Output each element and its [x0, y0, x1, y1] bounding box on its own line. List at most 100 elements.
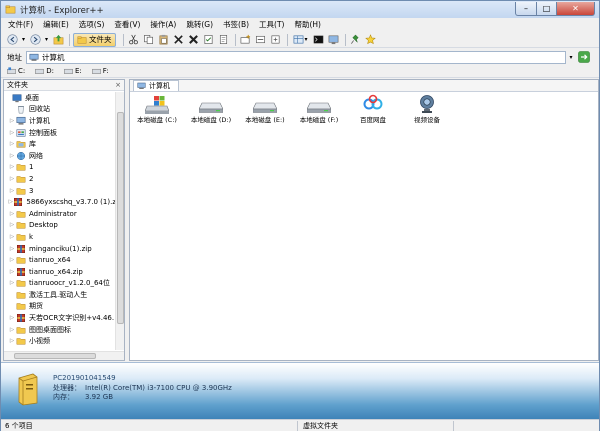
menu-help[interactable]: 帮助(H): [289, 18, 326, 32]
tree-scroll-thumb[interactable]: [117, 112, 124, 324]
close-pane-icon[interactable]: ×: [115, 81, 121, 89]
copy-button[interactable]: [142, 33, 156, 47]
menu-view[interactable]: 查看(V): [109, 18, 145, 32]
tree-item[interactable]: ▷ 网络: [4, 150, 116, 162]
drive-item[interactable]: 百度网盘: [347, 94, 399, 124]
tree-item[interactable]: ▷ 计算机: [4, 115, 116, 127]
drive-item[interactable]: 本地磁盘 (F:): [293, 94, 345, 124]
go-arrow-icon[interactable]: [578, 51, 590, 63]
tree-item[interactable]: ▷ 控制面板: [4, 127, 116, 139]
tree-item[interactable]: ▷ Administrator: [4, 208, 116, 220]
expand-arrow-icon[interactable]: ▷: [8, 246, 16, 252]
tree-item[interactable]: ▷ 2: [4, 173, 116, 185]
command-prompt-button[interactable]: [312, 33, 326, 47]
tree-item[interactable]: ▷ 3: [4, 185, 116, 197]
tree-item[interactable]: ▷ tianruoocr_v1.2.0_64位: [4, 278, 116, 290]
drive-item[interactable]: 视频设备: [401, 94, 453, 124]
expand-arrow-icon[interactable]: ▷: [8, 141, 16, 147]
drive-button-c[interactable]: C:: [7, 67, 25, 75]
tree-vertical-scrollbar[interactable]: [115, 92, 124, 350]
menu-bookmarks[interactable]: 书签(B): [218, 18, 254, 32]
expand-arrow-icon[interactable]: ▷: [8, 130, 16, 136]
paste-button[interactable]: [157, 33, 171, 47]
copy-to-button[interactable]: [217, 33, 231, 47]
tree-item[interactable]: ▷ 库: [4, 138, 116, 150]
expand-arrow-icon[interactable]: ▷: [8, 315, 16, 321]
close-button[interactable]: ✕: [557, 2, 595, 16]
tree-item[interactable]: ▷ 天若OCR文字识别+v4.46.: [4, 312, 116, 324]
expand-arrow-icon[interactable]: ▷: [8, 188, 16, 194]
tree-item[interactable]: ▷ minganciku(1).zip: [4, 243, 116, 255]
delete-button[interactable]: [172, 33, 186, 47]
drive-item[interactable]: 本地磁盘 (E:): [239, 94, 291, 124]
tree-item[interactable]: 期货: [4, 301, 116, 313]
drive-item[interactable]: 本地磁盘 (C:): [131, 94, 183, 124]
menu-go[interactable]: 跳转(G): [181, 18, 218, 32]
expand-arrow-icon[interactable]: ▷: [8, 280, 16, 286]
back-button[interactable]: [5, 33, 19, 47]
rename-button[interactable]: [254, 33, 268, 47]
drive-item[interactable]: 本地磁盘 (D:): [185, 94, 237, 124]
menu-edit[interactable]: 编辑(E): [38, 18, 74, 32]
properties-button[interactable]: [202, 33, 216, 47]
tree-item[interactable]: ▷ tianruo_x64.zip: [4, 266, 116, 278]
bookmarks-button[interactable]: [364, 33, 378, 47]
tree-item[interactable]: ▷ tianruo_x64: [4, 254, 116, 266]
menu-tools[interactable]: 工具(T): [254, 18, 289, 32]
folder-icon: [16, 220, 26, 230]
open-button[interactable]: [269, 33, 283, 47]
forward-button[interactable]: [28, 33, 42, 47]
add-bookmark-button[interactable]: [349, 33, 363, 47]
tree-item[interactable]: ▷ 小视频: [4, 335, 116, 347]
back-dropdown[interactable]: ▾: [20, 33, 27, 47]
folder-icon: [16, 187, 26, 195]
tree-hscroll-thumb[interactable]: [14, 353, 96, 359]
forward-dropdown[interactable]: ▾: [43, 33, 50, 47]
library-icon: [16, 139, 26, 149]
folders-label: 文件夹: [89, 35, 112, 44]
expand-arrow-icon[interactable]: ▷: [8, 176, 16, 182]
drive-button-d[interactable]: D:: [35, 67, 54, 75]
tree-item[interactable]: ▷ 5866yxscshq_v3.7.0 (1).z: [4, 196, 116, 208]
expand-arrow-icon[interactable]: ▷: [8, 118, 16, 124]
tree-item[interactable]: 桌面: [4, 92, 116, 104]
tab-computer[interactable]: 计算机: [133, 80, 179, 91]
address-input[interactable]: 计算机: [26, 50, 566, 64]
expand-arrow-icon[interactable]: ▷: [8, 234, 16, 240]
tree-item[interactable]: ▷ 1: [4, 162, 116, 174]
expand-arrow-icon[interactable]: ▷: [8, 257, 16, 263]
cut-button[interactable]: [127, 33, 141, 47]
menu-actions[interactable]: 操作(A): [145, 18, 181, 32]
new-folder-icon: [240, 34, 251, 44]
expand-arrow-icon[interactable]: ▷: [8, 327, 16, 333]
expand-arrow-icon[interactable]: ▷: [8, 269, 16, 275]
tree-item[interactable]: ▷ 图图桌面图标: [4, 324, 116, 336]
new-folder-button[interactable]: [239, 33, 253, 47]
tree-item-label: Desktop: [29, 221, 58, 230]
title-bar[interactable]: 计算机 - Explorer++ – □ ✕: [1, 1, 599, 18]
views-button[interactable]: ▾: [291, 33, 311, 47]
minimize-button[interactable]: –: [515, 2, 537, 16]
menu-file[interactable]: 文件(F): [3, 18, 38, 32]
expand-arrow-icon[interactable]: ▷: [8, 222, 16, 228]
folders-toggle-button[interactable]: 文件夹: [73, 32, 116, 47]
expand-arrow-icon[interactable]: ▷: [8, 211, 16, 217]
menu-options[interactable]: 选项(S): [74, 18, 110, 32]
drive-button-e[interactable]: E:: [64, 67, 82, 75]
expand-arrow-icon[interactable]: ▷: [8, 153, 16, 159]
paste-icon: [159, 34, 168, 45]
drive-button-f[interactable]: F:: [92, 67, 109, 75]
folder-icon: [16, 210, 26, 218]
tree-item[interactable]: ▷ Desktop: [4, 220, 116, 232]
tree-item[interactable]: 回收站: [4, 104, 116, 116]
expand-arrow-icon[interactable]: ▷: [8, 164, 16, 170]
maximize-button[interactable]: □: [537, 2, 557, 16]
delete-permanent-button[interactable]: [187, 33, 201, 47]
expand-arrow-icon[interactable]: ▷: [8, 338, 16, 344]
up-button[interactable]: [51, 33, 65, 47]
tree-item[interactable]: 激活工具.驱动人生: [4, 289, 116, 301]
refresh-button[interactable]: [327, 33, 341, 47]
address-dropdown[interactable]: ▾: [566, 51, 576, 64]
tree-item[interactable]: ▷ k: [4, 231, 116, 243]
tree-horizontal-scrollbar[interactable]: [4, 351, 124, 360]
